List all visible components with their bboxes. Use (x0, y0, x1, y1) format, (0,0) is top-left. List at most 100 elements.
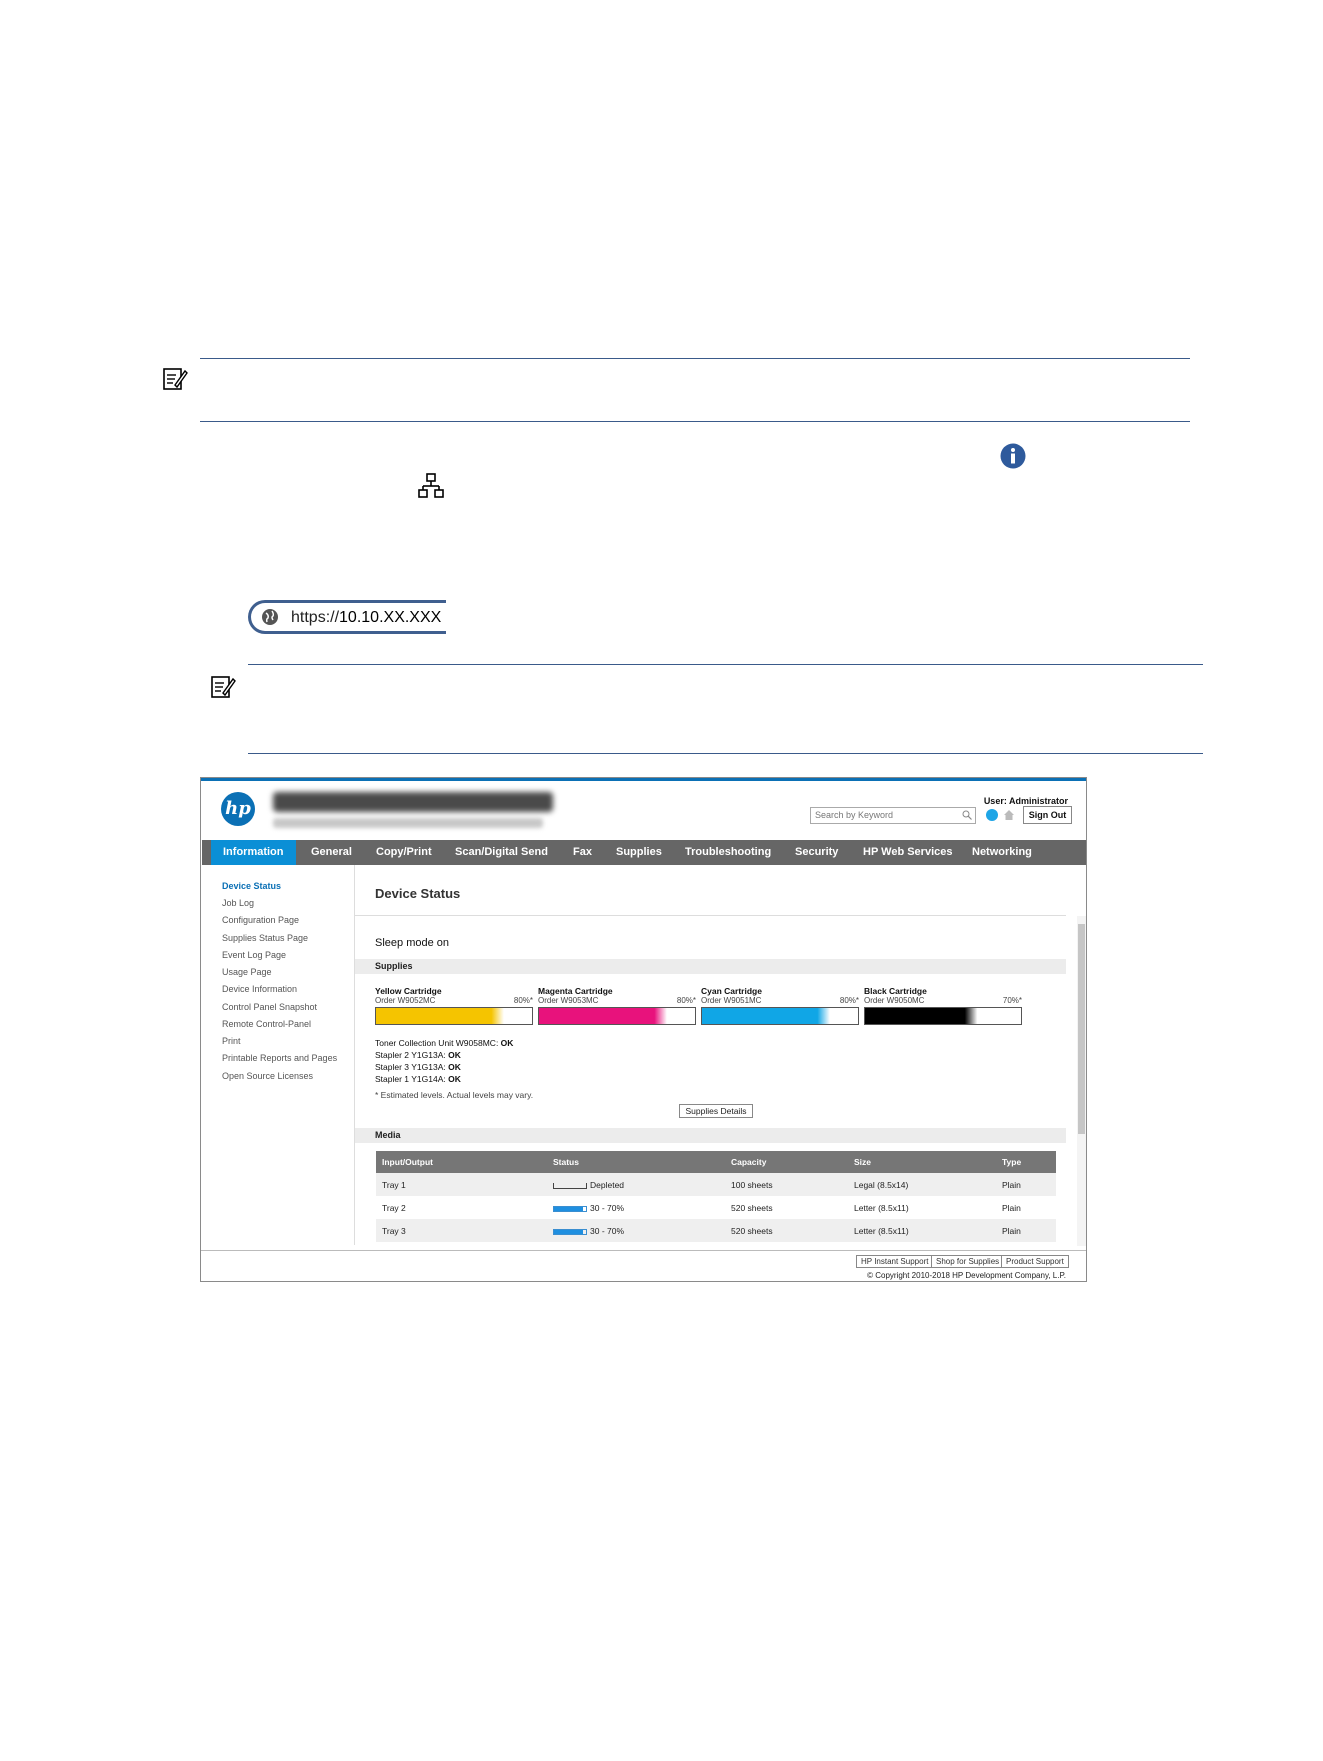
sidebar-item-event-log-page[interactable]: Event Log Page (222, 950, 286, 960)
sidebar-item-open-source-licenses[interactable]: Open Source Licenses (222, 1071, 313, 1081)
cell-io: Tray 3 (382, 1226, 406, 1236)
scrollbar-thumb[interactable] (1078, 924, 1085, 1134)
cell-io: Tray 1 (382, 1180, 406, 1190)
tab-copy-print[interactable]: Copy/Print (376, 840, 432, 865)
cartridge-order: Order W9050MC (864, 996, 925, 1005)
tab-information[interactable]: Information (211, 840, 296, 865)
product-support-button[interactable]: Product Support (1001, 1255, 1069, 1268)
cartridge-black: Black Cartridge Order W9050MC 70%* (864, 986, 1022, 1025)
cartridge-percent: 70%* (1002, 996, 1022, 1005)
cell-size: Letter (8.5x11) (854, 1203, 909, 1213)
hp-instant-support-button[interactable]: HP Instant Support (856, 1255, 934, 1268)
note-icon-2 (211, 676, 236, 698)
note-rule-top (200, 358, 1190, 359)
table-header: Input/Output Status Capacity Size Type (376, 1151, 1056, 1173)
scrollbar[interactable] (1077, 916, 1086, 1246)
table-row: Tray 2 30 - 70% 520 sheets Letter (8.5x1… (376, 1196, 1056, 1219)
tab-networking[interactable]: Networking (972, 840, 1032, 865)
cartridge-level-fill (702, 1008, 858, 1024)
cell-status: Depleted (553, 1180, 624, 1190)
sidebar-item-job-log[interactable]: Job Log (222, 898, 254, 908)
tab-hp-web-services[interactable]: HP Web Services (863, 840, 952, 865)
estimate-note: * Estimated levels. Actual levels may va… (375, 1090, 534, 1100)
ews-footer: HP Instant Support Shop for Supplies Pro… (201, 1250, 1086, 1281)
cartridge-name: Magenta Cartridge (538, 986, 613, 996)
sign-out-button[interactable]: Sign Out (1023, 806, 1072, 824)
sidebar-item-print[interactable]: Print (222, 1036, 241, 1046)
cartridge-percent: 80%* (676, 996, 696, 1005)
supplies-label: Supplies (375, 961, 413, 971)
sleep-status: Sleep mode on (375, 937, 449, 949)
column-header: Size (854, 1157, 872, 1167)
cartridge-cyan: Cyan Cartridge Order W9051MC 80%* (701, 986, 859, 1025)
tab-general[interactable]: General (311, 840, 352, 865)
status-line: Stapler 3 Y1G13A: OK (375, 1062, 461, 1072)
browser-address-bar[interactable]: https://10.10.XX.XXX (248, 600, 446, 634)
globe-icon (262, 609, 278, 625)
address-text: https://10.10.XX.XXX (291, 609, 442, 626)
tab-scan-digital-send[interactable]: Scan/Digital Send (455, 840, 548, 865)
cartridge-level-bar (864, 1007, 1022, 1025)
sidebar-item-configuration-page[interactable]: Configuration Page (222, 915, 299, 925)
cell-type: Plain (1002, 1226, 1021, 1236)
cartridge-order: Order W9053MC (538, 996, 599, 1005)
cartridge-level-fill (539, 1008, 695, 1024)
help-icon[interactable] (986, 809, 998, 821)
cartridge-percent: 80%* (513, 996, 533, 1005)
hp-logo: hp (221, 792, 255, 826)
sidebar-item-usage-page[interactable]: Usage Page (222, 967, 272, 977)
search-input[interactable]: Search by Keyword (810, 807, 976, 824)
network-icon (418, 473, 444, 498)
sidebar-item-device-information[interactable]: Device Information (222, 984, 297, 994)
information-icon (1000, 443, 1026, 469)
cartridge-level-bar (701, 1007, 859, 1025)
home-icon[interactable] (1003, 809, 1015, 821)
cell-type: Plain (1002, 1180, 1021, 1190)
cartridge-magenta: Magenta Cartridge Order W9053MC 80%* (538, 986, 696, 1025)
title-divider (355, 915, 1066, 916)
supplies-section-header: Supplies (355, 959, 1066, 974)
cell-capacity: 100 sheets (731, 1180, 773, 1190)
sidebar-item-supplies-status-page[interactable]: Supplies Status Page (222, 933, 308, 943)
cartridge-level-fill (376, 1008, 532, 1024)
sidebar-item-device-status[interactable]: Device Status (222, 881, 281, 891)
note-rule-bottom (200, 421, 1190, 422)
blurred-product-name (273, 792, 553, 812)
tray-level-fill (554, 1229, 583, 1234)
cartridge-level-bar (538, 1007, 696, 1025)
tab-fax[interactable]: Fax (573, 840, 592, 865)
tray-level-fill (554, 1206, 583, 1211)
tab-security[interactable]: Security (795, 840, 838, 865)
cartridge-order: Order W9051MC (701, 996, 762, 1005)
cartridge-yellow: Yellow Cartridge Order W9052MC 80%* (375, 986, 533, 1025)
main-nav: Information General Copy/Print Scan/Digi… (202, 840, 1086, 865)
tab-troubleshooting[interactable]: Troubleshooting (685, 840, 771, 865)
tray-level-bar (553, 1182, 587, 1189)
sidebar-item-printable-reports[interactable]: Printable Reports and Pages (222, 1053, 337, 1063)
note-icon (163, 368, 188, 390)
status-line: Stapler 2 Y1G13A: OK (375, 1050, 461, 1060)
sidebar-item-control-panel-snapshot[interactable]: Control Panel Snapshot (222, 1002, 317, 1012)
column-header: Capacity (731, 1157, 767, 1167)
cell-status: 30 - 70% (553, 1226, 624, 1236)
cell-capacity: 520 sheets (731, 1203, 773, 1213)
shop-for-supplies-button[interactable]: Shop for Supplies (931, 1255, 1005, 1268)
blurred-product-details (273, 818, 543, 828)
column-header: Type (1002, 1157, 1022, 1167)
table-row: Tray 1 Depleted 100 sheets Legal (8.5x14… (376, 1173, 1056, 1196)
column-header: Status (553, 1157, 579, 1167)
tab-supplies[interactable]: Supplies (616, 840, 662, 865)
sidebar-item-remote-control-panel[interactable]: Remote Control-Panel (222, 1019, 311, 1029)
ews-top-accent (201, 778, 1086, 781)
column-header: Input/Output (382, 1157, 433, 1167)
user-label: User: Administrator (983, 796, 1068, 806)
ews-screenshot: hp User: Administrator Search by Keyword… (200, 777, 1087, 1282)
page-title: Device Status (375, 886, 461, 901)
sidebar: Device Status Job Log Configuration Page… (201, 865, 355, 1245)
supplies-details-button[interactable]: Supplies Details (679, 1104, 753, 1118)
status-line: Stapler 1 Y1G14A: OK (375, 1074, 461, 1084)
tray-level-bar (553, 1228, 587, 1235)
media-table: Input/Output Status Capacity Size Type T… (376, 1151, 1056, 1242)
search-icon[interactable] (962, 810, 972, 820)
cartridge-order: Order W9052MC (375, 996, 436, 1005)
